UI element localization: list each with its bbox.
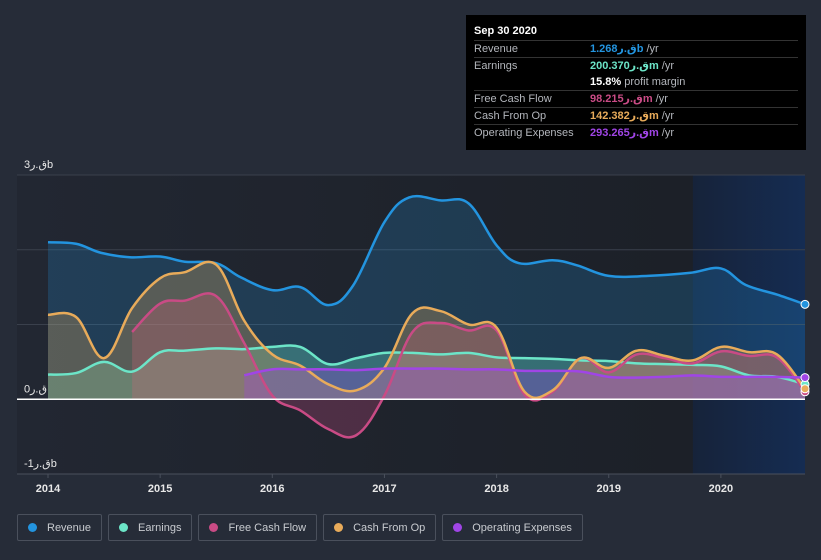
tooltip-value: 15.8% [590,76,622,88]
legend-label: Earnings [138,521,182,534]
x-tick-label: 2014 [36,483,61,495]
legend-dot-icon [28,523,37,532]
legend-label: Cash From Op [353,521,426,534]
tooltip-value: 142.382ق.رm [590,110,659,122]
tooltip-row: 15.8% profit margin [474,74,798,90]
tooltip-label: Revenue [474,43,519,55]
tooltip-value: 98.215ق.رm [590,93,653,105]
tooltip-row: Cash From Op 142.382ق.رm/yr [474,107,798,124]
legend-dot-icon [453,523,463,532]
endpoint-cash-from-op [800,384,810,394]
x-tick-label: 2017 [372,483,396,495]
tooltip-value: 200.370ق.رm [590,60,659,72]
tooltip-date: Sep 30 2020 [474,25,537,37]
tooltip-label: Earnings [474,60,518,72]
legend-label: Revenue [47,521,92,534]
legend: Revenue Earnings Free Cash Flow Cash From O… [17,514,583,541]
x-tick-label: 2018 [484,483,508,495]
legend-item-operating-expenses[interactable]: Operating Expenses [442,514,583,541]
legend-dot-icon [119,523,129,532]
x-tick-label: 2016 [260,483,284,495]
legend-dot-icon [334,523,344,532]
tooltip-label: Operating Expenses [474,127,574,139]
legend-dot-icon [209,523,219,532]
tooltip-label: Free Cash Flow [474,93,552,105]
tooltip-row: Earnings 200.370ق.رm/yr [474,57,798,74]
legend-label: Operating Expenses [472,521,572,534]
x-tick-label: 2019 [596,483,620,495]
y-tick-label: -1ق.رb [24,458,57,470]
tooltip-unit: /yr [661,110,675,122]
tooltip-unit: /yr [655,93,668,105]
tooltip-value: 1.268ق.رb [590,43,644,55]
y-tick-label: 0ق.ر [24,383,47,395]
tooltip-label: Cash From Op [474,110,547,122]
tooltip-row: Revenue 1.268ق.رb/yr [474,40,798,57]
y-tick-label: 3ق.رb [24,159,53,171]
endpoint-operating-expenses [800,373,810,383]
legend-label: Free Cash Flow [228,521,307,534]
tooltip: Sep 30 2020 Revenue 1.268ق.رb/yr Earnings 2… [466,15,806,150]
legend-item-free-cash-flow[interactable]: Free Cash Flow [198,514,318,541]
tooltip-unit: /yr [661,127,675,139]
tooltip-row: Free Cash Flow 98.215ق.رm/yr [474,90,798,107]
tooltip-unit: /yr [646,43,659,55]
tooltip-row: Operating Expenses 293.265ق.رm/yr [474,124,798,141]
legend-item-cash-from-op[interactable]: Cash From Op [323,514,437,541]
x-tick-label: 2020 [709,483,733,495]
x-tick-label: 2015 [148,483,172,495]
endpoint-revenue [800,299,810,309]
tooltip-unit: /yr [661,60,675,72]
tooltip-label [474,74,590,90]
legend-item-revenue[interactable]: Revenue [17,514,103,541]
tooltip-unit: profit margin [624,76,686,88]
tooltip-value: 293.265ق.رm [590,127,659,139]
legend-item-earnings[interactable]: Earnings [108,514,193,541]
